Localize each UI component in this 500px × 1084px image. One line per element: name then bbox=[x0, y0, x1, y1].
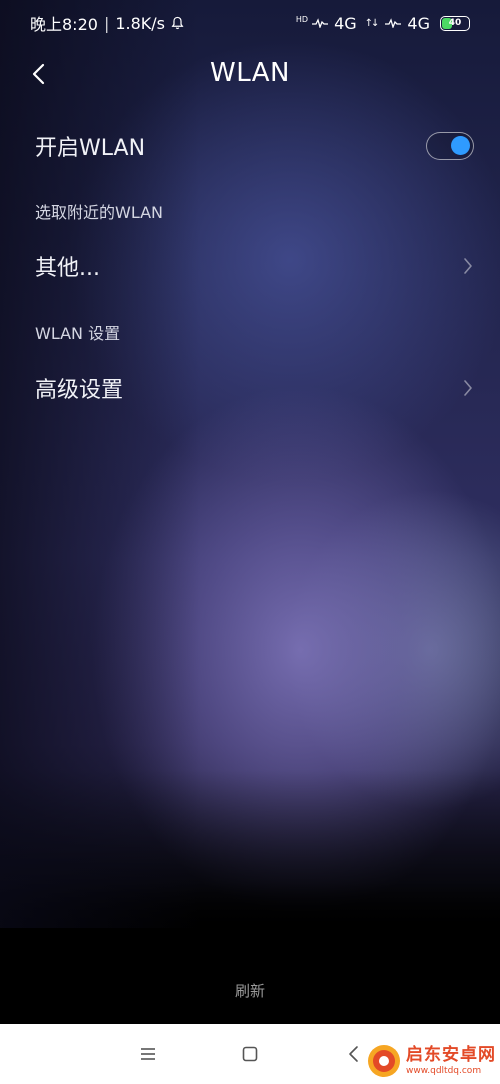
signal-wave-icon-2 bbox=[385, 18, 402, 28]
wlan-toggle-switch[interactable] bbox=[426, 132, 474, 160]
advanced-settings-label: 高级设置 bbox=[35, 378, 124, 403]
status-bar: 晚上8:20 | 1.8K/s HD 4G ↑↓ 4G 40 bbox=[0, 0, 500, 46]
status-separator: | bbox=[103, 13, 110, 33]
refresh-button[interactable]: 刷新 bbox=[0, 980, 500, 1001]
nav-back-button[interactable] bbox=[344, 1044, 364, 1064]
battery-icon: 40 bbox=[440, 15, 470, 31]
toggle-knob bbox=[451, 136, 470, 155]
watermark-main: 启东安卓网 bbox=[406, 1044, 496, 1065]
header: WLAN bbox=[0, 50, 500, 100]
watermark-text: 启东安卓网 www.qdltdq.com bbox=[406, 1044, 496, 1076]
page-title: WLAN bbox=[209, 58, 291, 88]
battery-level: 40 bbox=[448, 18, 462, 28]
menu-button[interactable] bbox=[138, 1044, 158, 1064]
settings-section-label: WLAN 设置 bbox=[35, 324, 121, 343]
advanced-settings-item[interactable]: 高级设置 bbox=[0, 366, 500, 410]
chevron-right-icon bbox=[464, 258, 472, 274]
status-time: 晚上8:20 bbox=[30, 15, 98, 34]
watermark-sub: www.qdltdq.com bbox=[406, 1065, 482, 1076]
watermark-logo-icon bbox=[368, 1045, 400, 1077]
home-button[interactable] bbox=[240, 1044, 260, 1064]
chevron-right-icon bbox=[464, 380, 472, 396]
status-right: HD 4G ↑↓ 4G 40 bbox=[296, 14, 470, 33]
wlan-toggle-label: 开启WLAN bbox=[35, 136, 146, 161]
nearby-section-label: 选取附近的WLAN bbox=[35, 203, 164, 222]
data-arrows-icon: ↑↓ bbox=[364, 17, 380, 29]
status-left: 晚上8:20 | 1.8K/s bbox=[30, 11, 184, 35]
signal-wave-icon bbox=[312, 18, 329, 28]
other-network-item[interactable]: 其他... bbox=[0, 244, 500, 288]
wlan-toggle-row[interactable]: 开启WLAN bbox=[0, 124, 500, 168]
network-type-2: 4G bbox=[407, 13, 430, 33]
bottom-action-bar: 刷新 bbox=[0, 928, 500, 1024]
bell-icon bbox=[171, 16, 184, 30]
watermark-logo: 启东安卓网 www.qdltdq.com bbox=[366, 1040, 498, 1082]
hd-indicator: HD bbox=[295, 15, 309, 25]
network-type-1: 4G bbox=[334, 13, 357, 33]
other-network-label: 其他... bbox=[35, 256, 100, 281]
network-speed: 1.8K/s bbox=[115, 13, 165, 33]
